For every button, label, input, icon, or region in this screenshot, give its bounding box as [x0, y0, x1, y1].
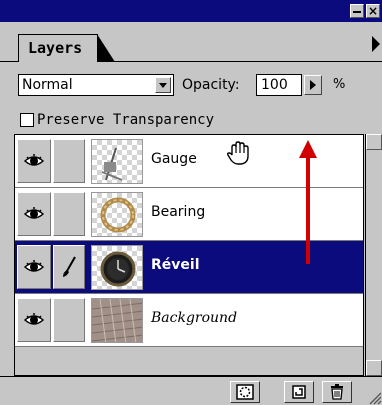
chevron-down-icon[interactable] [155, 77, 171, 93]
opacity-value: 100 [261, 77, 288, 93]
opacity-input[interactable]: 100 [256, 74, 302, 96]
tab-row: Layers [0, 22, 382, 62]
layer-row-reveil[interactable]: Réveil [15, 241, 363, 294]
blend-controls: Normal Opacity: 100 % [0, 62, 382, 106]
drag-arrow-up-icon [299, 140, 317, 158]
tab-layers[interactable]: Layers [18, 34, 115, 62]
new-layer-icon [292, 385, 306, 399]
add-mask-button[interactable] [230, 381, 260, 403]
minimize-button[interactable] [350, 4, 364, 18]
eye-icon [24, 313, 44, 325]
link-toggle[interactable] [53, 298, 85, 342]
layer-name[interactable]: Réveil [151, 257, 200, 273]
palette-bottom-bar [0, 376, 382, 405]
gauge-thumbnail[interactable] [91, 139, 143, 184]
new-layer-button[interactable] [284, 381, 314, 403]
eye-icon [24, 154, 44, 166]
keyboard-thumbnail[interactable] [91, 298, 143, 343]
visibility-toggle[interactable] [17, 298, 51, 342]
visibility-toggle[interactable] [17, 245, 51, 289]
layer-mask-icon [236, 384, 254, 400]
layer-name[interactable]: Bearing [151, 204, 205, 220]
eye-icon [24, 260, 44, 272]
eye-icon [24, 207, 44, 219]
visibility-toggle[interactable] [17, 139, 51, 183]
clock-thumbnail[interactable] [91, 245, 143, 290]
layer-row-background[interactable]: Background [15, 294, 363, 347]
layer-list: Gauge Bearing Réveil Background [14, 134, 364, 376]
paintbrush-icon [63, 256, 76, 277]
trash-icon [331, 384, 343, 400]
blend-mode-value: Normal [22, 77, 73, 93]
bearing-thumbnail[interactable] [91, 192, 143, 237]
layer-row-bearing[interactable]: Bearing [15, 188, 363, 241]
empty-list-area [15, 347, 363, 375]
layers-palette: × Layers Normal Opacity: 100 % Preserve … [0, 0, 382, 405]
drag-arrow-line [306, 152, 310, 264]
link-toggle[interactable] [53, 139, 85, 183]
percent-sign: % [333, 77, 346, 92]
scroll-up-button[interactable] [366, 134, 382, 150]
layer-name[interactable]: Gauge [151, 151, 197, 167]
opacity-slider-button[interactable] [304, 75, 322, 95]
palette-titlebar[interactable]: × [0, 0, 382, 22]
tab-layers-label: Layers [28, 39, 83, 57]
close-button[interactable]: × [366, 4, 380, 18]
resize-grip-icon[interactable] [366, 389, 382, 405]
palette-menu-arrow-icon[interactable] [372, 36, 380, 52]
preserve-transparency-row: Preserve Transparency [0, 106, 382, 134]
preserve-transparency-checkbox[interactable] [20, 113, 34, 127]
blend-mode-select[interactable]: Normal [18, 74, 174, 96]
link-toggle[interactable] [53, 245, 85, 289]
hand-cursor-icon [226, 141, 249, 165]
layer-name[interactable]: Background [151, 310, 237, 326]
opacity-label: Opacity: [182, 77, 240, 93]
vertical-scrollbar[interactable] [365, 134, 382, 376]
preserve-transparency-label: Preserve Transparency [37, 112, 215, 128]
link-toggle[interactable] [53, 192, 85, 236]
scroll-down-button[interactable] [366, 360, 382, 376]
visibility-toggle[interactable] [17, 192, 51, 236]
delete-layer-button[interactable] [322, 381, 352, 403]
